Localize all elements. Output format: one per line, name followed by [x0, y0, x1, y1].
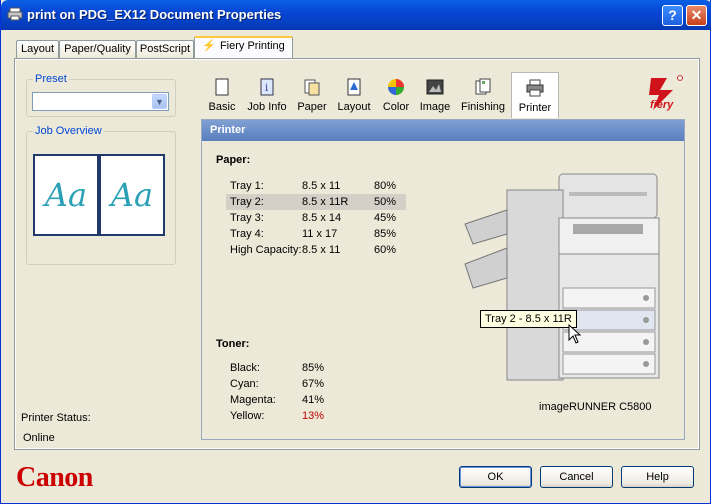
- close-button[interactable]: ✕: [686, 5, 707, 26]
- paper-level: 50%: [374, 196, 397, 208]
- cursor-icon: [568, 324, 582, 344]
- fiery-logo: fiery: [649, 75, 683, 111]
- tab-fiery-printing-label: Fiery Printing: [219, 40, 285, 52]
- paper-row-selected[interactable]: Tray 2: 8.5 x 11R 50%: [226, 194, 406, 210]
- printer-icon: [7, 7, 23, 21]
- nav-job-info[interactable]: i Job Info: [245, 72, 289, 118]
- preview-page-left: Aa: [33, 154, 99, 236]
- toner-level-low: 13%: [302, 410, 325, 422]
- window-title: print on PDG_EX12 Document Properties: [27, 7, 282, 22]
- paper-level: 60%: [374, 244, 397, 256]
- paper-title: Paper:: [216, 154, 251, 166]
- paper-size: 8.5 x 11: [302, 244, 341, 256]
- paper-row: Tray 1: 8.5 x 11 80%: [226, 178, 406, 194]
- nav-layout[interactable]: Layout: [335, 72, 373, 118]
- toner-level: 41%: [302, 394, 325, 406]
- svg-text:i: i: [265, 83, 268, 94]
- paper-tray: Tray 3:: [230, 212, 264, 224]
- paper-icon: [304, 79, 320, 96]
- color-icon: [388, 79, 404, 95]
- paper-tray: Tray 2:: [230, 196, 264, 208]
- preview-glyph-left: Aa: [44, 176, 88, 214]
- fiery-tab-icon: ⚡: [202, 40, 216, 52]
- image-icon: [426, 79, 444, 95]
- paper-tray: Tray 4:: [230, 228, 264, 240]
- job-overview-group: Job Overview Aa Aa: [26, 125, 176, 265]
- nav-paper-label: Paper: [297, 101, 327, 113]
- paper-row: Tray 3: 8.5 x 14 45%: [226, 210, 406, 226]
- nav-finishing-label: Finishing: [460, 101, 506, 113]
- toner-level: 67%: [302, 378, 325, 390]
- nav-printer-label: Printer: [518, 102, 552, 114]
- tab-paper-quality[interactable]: Paper/Quality: [59, 40, 136, 59]
- paper-size: 11 x 17: [302, 228, 338, 240]
- paper-tray: Tray 1:: [230, 180, 264, 192]
- preview-glyph-right: Aa: [110, 176, 154, 214]
- nav-basic[interactable]: Basic: [207, 72, 237, 118]
- toner-row: Cyan: 67%: [226, 376, 406, 392]
- nav-image-label: Image: [419, 101, 451, 113]
- toner-color: Cyan:: [230, 378, 259, 390]
- nav-image[interactable]: Image: [417, 72, 453, 118]
- nav-printer[interactable]: Printer: [511, 72, 559, 118]
- preset-select[interactable]: ▼: [32, 92, 169, 111]
- preset-group: Preset ▼: [26, 73, 176, 117]
- document-properties-window: print on PDG_EX12 Document Properties ? …: [0, 0, 711, 504]
- job-overview-preview: Aa Aa: [33, 154, 165, 236]
- preview-page-right: Aa: [99, 154, 165, 236]
- job-overview-label: Job Overview: [33, 125, 104, 137]
- paper-level: 45%: [374, 212, 397, 224]
- toner-color: Black:: [230, 362, 260, 374]
- basic-icon: [215, 78, 229, 96]
- toner-level: 85%: [302, 362, 325, 374]
- paper-size: 8.5 x 11: [302, 180, 341, 192]
- nav-basic-label: Basic: [208, 101, 236, 113]
- toner-title: Toner:: [216, 338, 250, 350]
- nav-job-info-label: Job Info: [247, 101, 287, 113]
- tray-tooltip: Tray 2 - 8.5 x 11R: [480, 310, 577, 328]
- paper-row: Tray 4: 11 x 17 85%: [226, 226, 406, 242]
- printer-nav-icon: [526, 79, 544, 97]
- tab-layout[interactable]: Layout: [16, 40, 59, 59]
- printer-illustration: [464, 173, 660, 381]
- help-button[interactable]: Help: [621, 466, 694, 488]
- printer-model: imageRUNNER C5800: [539, 401, 652, 413]
- nav-color[interactable]: Color: [380, 72, 412, 118]
- help-title-button[interactable]: ?: [662, 5, 683, 26]
- nav-finishing[interactable]: Finishing: [459, 72, 507, 118]
- job-info-icon: i: [260, 78, 274, 96]
- paper-level: 80%: [374, 180, 397, 192]
- toner-row: Yellow: 13%: [226, 408, 406, 424]
- layout-icon: [347, 78, 361, 96]
- fiery-wordmark: fiery: [650, 99, 674, 111]
- paper-row: High Capacity: 8.5 x 11 60%: [226, 242, 406, 258]
- paper-tray: High Capacity:: [230, 244, 302, 256]
- toner-color: Magenta:: [230, 394, 276, 406]
- finishing-icon: [475, 78, 491, 95]
- printer-status-label: Printer Status:: [21, 412, 91, 424]
- toner-color: Yellow:: [230, 410, 265, 422]
- paper-size: 8.5 x 14: [302, 212, 342, 224]
- paper-level: 85%: [374, 228, 397, 240]
- title-bar[interactable]: print on PDG_EX12 Document Properties ? …: [1, 0, 711, 30]
- preset-label: Preset: [33, 73, 69, 85]
- tab-fiery-printing[interactable]: ⚡ Fiery Printing: [194, 36, 293, 59]
- panel-title: Printer: [202, 120, 684, 141]
- nav-paper[interactable]: Paper: [296, 72, 328, 118]
- toner-row: Black: 85%: [226, 360, 406, 376]
- tab-postscript[interactable]: PostScript: [136, 40, 194, 59]
- cancel-button[interactable]: Cancel: [540, 466, 613, 488]
- nav-layout-label: Layout: [337, 101, 371, 113]
- toner-row: Magenta: 41%: [226, 392, 406, 408]
- nav-color-label: Color: [382, 101, 410, 113]
- printer-status-value: Online: [23, 432, 55, 444]
- ok-button[interactable]: OK: [459, 466, 532, 488]
- paper-size: 8.5 x 11R: [302, 196, 349, 208]
- chevron-down-icon[interactable]: ▼: [152, 94, 167, 109]
- canon-logo: Canon: [16, 462, 93, 493]
